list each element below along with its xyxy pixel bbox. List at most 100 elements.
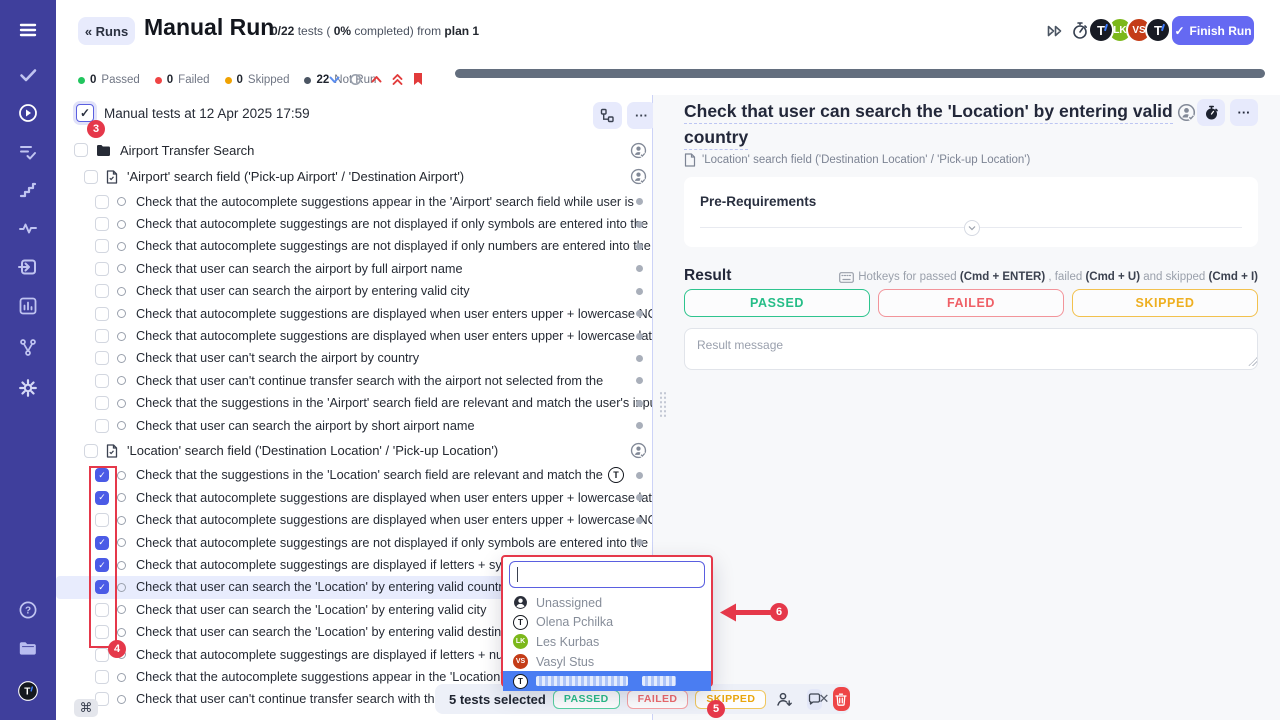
row-checkbox[interactable] — [74, 143, 88, 157]
row-checkbox[interactable]: ✓ — [95, 491, 109, 505]
case-title[interactable]: Check that autocomplete suggestings are … — [136, 217, 652, 231]
row-checkbox[interactable] — [95, 648, 109, 662]
row-checkbox[interactable] — [84, 170, 98, 184]
row-checkbox[interactable] — [95, 284, 109, 298]
branch-icon[interactable] — [17, 336, 39, 358]
case-title[interactable]: Check that the suggestions in the 'Locat… — [136, 468, 652, 482]
row-checkbox[interactable] — [95, 195, 109, 209]
expand-divider-button[interactable] — [964, 220, 980, 236]
row-checkbox[interactable] — [95, 396, 109, 410]
textarea-resize-grip[interactable] — [1248, 357, 1257, 366]
case-status-circle[interactable] — [117, 376, 126, 385]
bulk-skipped-pill[interactable]: SKIPPED — [695, 690, 766, 709]
splitter-grip[interactable] — [659, 391, 667, 419]
row-checkbox[interactable] — [95, 374, 109, 388]
row-checkbox[interactable]: ✓ — [95, 468, 109, 482]
case-title[interactable]: Check that autocomplete suggestions are … — [136, 307, 652, 321]
steps-icon[interactable] — [17, 179, 39, 201]
row-checkbox[interactable]: ✓ — [95, 536, 109, 550]
finish-run-button[interactable]: ✓Finish Run — [1172, 16, 1254, 45]
assignee-option[interactable]: LKLes Kurbas — [503, 632, 711, 652]
avatar[interactable]: T — [1145, 17, 1171, 43]
row-checkbox[interactable] — [95, 419, 109, 433]
result-skipped-button[interactable]: SKIPPED — [1072, 289, 1258, 317]
case-title[interactable]: Check that the autocomplete suggestions … — [136, 195, 652, 209]
gear-icon[interactable] — [17, 377, 39, 399]
plan-link[interactable]: plan 1 — [444, 24, 479, 38]
row-checkbox[interactable] — [95, 513, 109, 527]
row-checkbox[interactable] — [95, 670, 109, 684]
case-title[interactable]: Check that autocomplete suggestings are … — [136, 536, 652, 550]
row-checkbox[interactable] — [84, 444, 98, 458]
case-status-circle[interactable] — [117, 354, 126, 363]
suite-title[interactable]: 'Airport' search field ('Pick-up Airport… — [127, 169, 652, 184]
case-status-circle[interactable] — [117, 628, 126, 637]
row-checkbox[interactable]: ✓ — [95, 558, 109, 572]
workspace-avatar[interactable]: T — [13, 676, 43, 706]
case-status-circle[interactable] — [117, 220, 126, 229]
case-status-circle[interactable] — [117, 561, 126, 570]
row-checkbox[interactable] — [95, 603, 109, 617]
assign-user-icon[interactable] — [776, 692, 793, 707]
row-checkbox[interactable] — [95, 307, 109, 321]
case-status-circle[interactable] — [117, 538, 126, 547]
row-checkbox[interactable] — [95, 262, 109, 276]
tree-more-button[interactable]: ··· — [627, 102, 656, 129]
case-status-circle[interactable] — [117, 605, 126, 614]
trash-icon[interactable] — [833, 687, 850, 711]
checkmark-icon[interactable] — [17, 64, 39, 86]
enter-box-icon[interactable] — [17, 256, 39, 278]
case-status-circle[interactable] — [117, 287, 126, 296]
case-title[interactable]: Check that autocomplete suggestions are … — [136, 329, 652, 343]
person-check-icon[interactable] — [630, 442, 647, 459]
row-checkbox[interactable] — [95, 329, 109, 343]
tree-structure-icon[interactable] — [593, 102, 622, 129]
row-checkbox[interactable]: ✓ — [95, 580, 109, 594]
case-title[interactable]: Check that autocomplete suggestions are … — [136, 491, 652, 505]
bulk-passed-pill[interactable]: PASSED — [553, 690, 620, 709]
result-passed-button[interactable]: PASSED — [684, 289, 870, 317]
case-title[interactable]: Check that user can search the airport b… — [136, 284, 652, 298]
priority-lowest-icon[interactable] — [328, 73, 341, 86]
case-title[interactable]: Check that user can search the airport b… — [136, 419, 652, 433]
case-title[interactable]: Check that autocomplete suggestions are … — [136, 513, 652, 527]
case-status-circle[interactable] — [117, 583, 126, 592]
assignee-option[interactable]: Unassigned — [503, 593, 711, 613]
bar-chart-icon[interactable] — [17, 295, 39, 317]
case-status-circle[interactable] — [117, 421, 126, 430]
case-title[interactable]: Check that user can't continue transfer … — [136, 374, 652, 388]
case-status-circle[interactable] — [117, 471, 126, 480]
bulk-failed-pill[interactable]: FAILED — [627, 690, 689, 709]
case-status-circle[interactable] — [117, 399, 126, 408]
case-status-circle[interactable] — [117, 197, 126, 206]
case-status-circle[interactable] — [117, 695, 126, 704]
person-check-icon[interactable] — [1177, 103, 1196, 122]
row-checkbox[interactable] — [95, 351, 109, 365]
detail-more-button[interactable]: ··· — [1230, 99, 1258, 126]
suite-title[interactable]: 'Location' search field ('Destination Lo… — [127, 443, 652, 458]
case-title[interactable]: Check that the suggestions in the 'Airpo… — [136, 396, 652, 410]
menu-icon[interactable] — [17, 19, 39, 41]
row-checkbox[interactable] — [95, 217, 109, 231]
stopwatch-icon[interactable] — [1071, 21, 1089, 40]
assignee-option[interactable]: TOlena Pchilka — [503, 613, 711, 633]
avatar[interactable]: T — [1088, 17, 1114, 43]
row-checkbox[interactable] — [95, 239, 109, 253]
case-status-circle[interactable] — [117, 493, 126, 502]
priority-high-icon[interactable] — [370, 73, 383, 86]
list-check-icon[interactable] — [17, 141, 39, 163]
person-check-icon[interactable] — [630, 142, 647, 159]
case-title[interactable]: Check that autocomplete suggestings are … — [136, 239, 652, 253]
folder-icon[interactable] — [17, 637, 39, 659]
case-title[interactable]: Check that user can search the airport b… — [136, 262, 652, 276]
case-status-circle[interactable] — [117, 242, 126, 251]
case-title[interactable]: Check that user can't search the airport… — [136, 351, 652, 365]
case-status-circle[interactable] — [117, 332, 126, 341]
folder-title[interactable]: Airport Transfer Search — [120, 143, 652, 158]
fast-forward-icon[interactable] — [1047, 24, 1063, 38]
help-icon[interactable]: ? — [17, 599, 39, 621]
assignee-search-input[interactable] — [509, 561, 705, 588]
back-to-runs-button[interactable]: « Runs — [78, 17, 135, 45]
person-check-icon[interactable] — [630, 168, 647, 185]
assignee-option[interactable]: VSVasyl Stus — [503, 652, 711, 672]
